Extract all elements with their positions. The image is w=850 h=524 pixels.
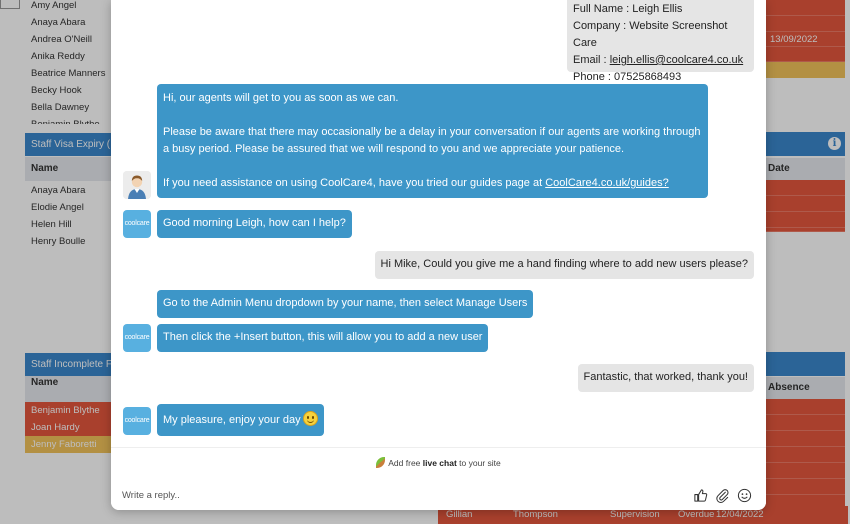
chat-window: Full Name : Leigh Ellis Company : Websit…	[111, 0, 766, 510]
visitor-message: Hi Mike, Could you give me a hand findin…	[374, 251, 754, 279]
smiley-emoji-icon	[302, 411, 318, 426]
message-text: Hi, our agents will get to you as soon a…	[163, 92, 399, 104]
coolcare-logo-icon: coolcare	[123, 407, 151, 435]
message-text: If you need assistance on using CoolCare…	[163, 175, 702, 192]
thumbs-up-icon[interactable]	[693, 488, 708, 503]
powered-by-link[interactable]: Add free live chat to your site	[111, 457, 766, 468]
chat-transcript: Full Name : Leigh Ellis Company : Websit…	[111, 0, 766, 447]
visitor-company: Company : Website Screenshot Care	[573, 20, 728, 49]
paperclip-icon[interactable]	[715, 488, 730, 503]
message-text-part: If you need assistance on using CoolCare…	[163, 177, 546, 189]
feather-icon	[376, 457, 386, 468]
message-text: My pleasure, enjoy your day	[163, 414, 301, 426]
coolcare-logo-icon: coolcare	[123, 210, 151, 238]
auto-reply-message: Hi, our agents will get to you as soon a…	[157, 84, 708, 198]
coolcare-logo-icon: coolcare	[123, 324, 151, 352]
email-label: Email :	[573, 54, 610, 66]
agent-message: Good morning Leigh, how can I help?	[157, 210, 352, 238]
visitor-email-row: Email : leigh.ellis@coolcare4.co.uk	[573, 52, 748, 69]
agent-avatar	[123, 171, 151, 199]
message-text: Please be aware that there may occasiona…	[163, 126, 701, 155]
powered-text: Add free	[388, 458, 423, 468]
powered-text-bold: live chat	[422, 458, 457, 468]
guides-link[interactable]: CoolCare4.co.uk/guides?	[545, 177, 669, 189]
chat-footer: Add free live chat to your site	[111, 447, 766, 510]
agent-message: Go to the Admin Menu dropdown by your na…	[157, 290, 534, 318]
visitor-message: Fantastic, that worked, thank you!	[577, 364, 754, 392]
visitor-full-name: Full Name : Leigh Ellis	[573, 3, 683, 15]
visitor-info-card: Full Name : Leigh Ellis Company : Websit…	[567, 0, 754, 83]
smiley-icon[interactable]	[737, 488, 752, 503]
agent-message: My pleasure, enjoy your day	[157, 404, 324, 436]
reply-input[interactable]	[122, 486, 682, 504]
email-link[interactable]: leigh.ellis@coolcare4.co.uk	[610, 54, 743, 66]
agent-message: Then click the +Insert button, this will…	[157, 324, 489, 352]
powered-text: to your site	[456, 458, 501, 468]
